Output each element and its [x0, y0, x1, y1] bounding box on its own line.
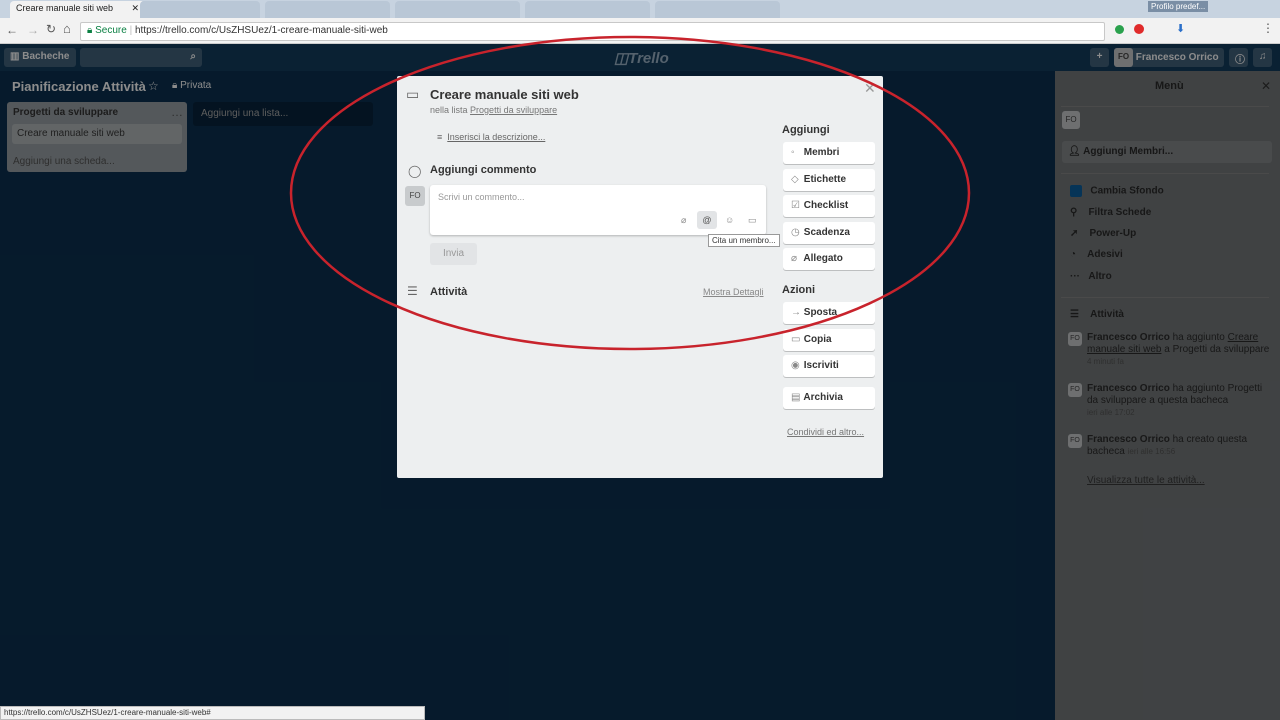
status-bar: https://trello.com/c/UsZHSUez/1-creare-m…: [0, 706, 425, 720]
red-ellipse-shape: [289, 35, 971, 351]
annotation-ellipse: [289, 35, 971, 351]
